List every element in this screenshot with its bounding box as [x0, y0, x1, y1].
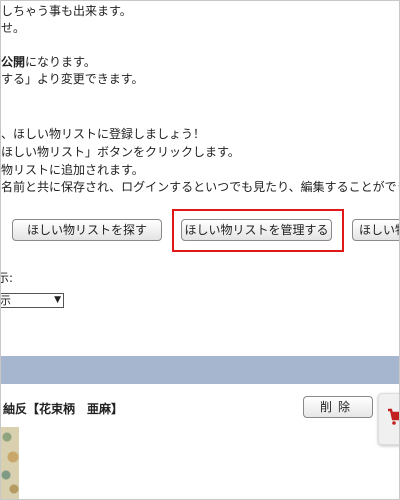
cart-button[interactable] [378, 393, 399, 445]
delete-button[interactable]: 削除 [303, 396, 373, 418]
description-line-1: しちゃう事も出来ます。 [1, 4, 132, 18]
search-wishlist-button[interactable]: ほしい物リストを探す [12, 219, 162, 241]
wishlist-third-button[interactable]: ほしい物 [352, 219, 399, 241]
description-line-8: 名前と共に保存され、ログインするといつでも見たり、編集することができます。 [1, 180, 400, 194]
display-select-value: 示 [0, 294, 11, 307]
manage-button-highlight [172, 209, 344, 252]
description-line-3: 公開になります。 [1, 55, 96, 69]
description-line-4: する」より変更できます。 [1, 72, 144, 86]
product-title[interactable]: 紬反【花束柄 亜麻】 [3, 400, 123, 417]
product-thumbnail[interactable] [1, 427, 19, 499]
description-line-6: ほしい物リスト」ボタンをクリックします。 [1, 145, 240, 159]
description-line-7: 物リストに追加されます。 [1, 163, 144, 177]
public-suffix: になります。 [25, 55, 96, 69]
shopping-cart-icon [388, 408, 399, 425]
description-line-2: せ。 [1, 21, 26, 35]
wishlist-page: しちゃう事も出来ます。 せ。 公開になります。 する」より変更できます。 、ほし… [0, 0, 400, 500]
display-label: 示: [1, 271, 14, 285]
display-select[interactable]: 示 ▼ [0, 293, 64, 308]
description-line-5: 、ほしい物リストに登録しましょう！ [1, 127, 206, 141]
public-keyword: 公開 [1, 55, 26, 69]
chevron-down-icon: ▼ [54, 295, 61, 305]
section-header-bar [1, 356, 399, 384]
